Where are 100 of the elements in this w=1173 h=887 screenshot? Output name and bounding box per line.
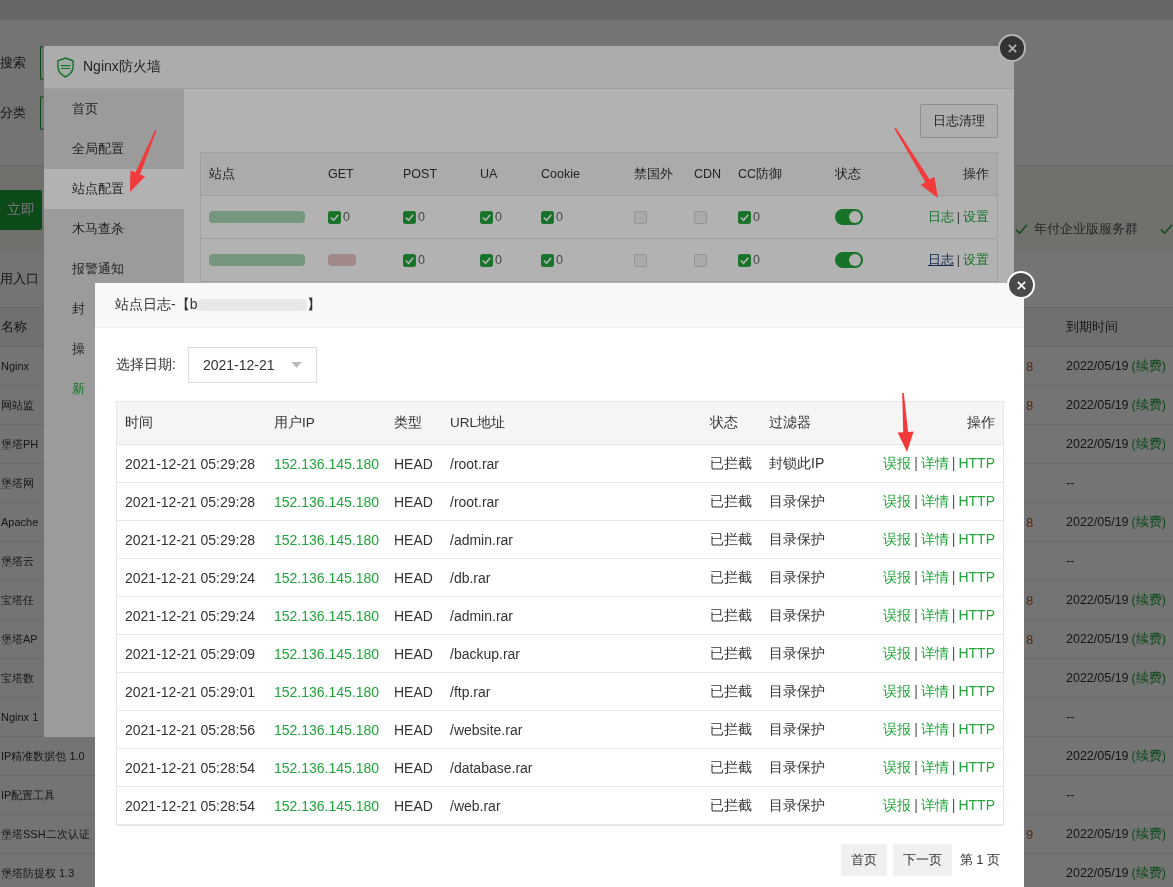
table-link[interactable]: 日志 xyxy=(927,251,954,269)
separator-text: | xyxy=(956,210,960,224)
renew-link[interactable]: (续费) xyxy=(1131,592,1166,607)
plugin-name: 堡塔云 xyxy=(0,553,34,569)
table-link[interactable]: 误报 xyxy=(883,454,912,471)
table-link[interactable]: 详情 xyxy=(920,720,949,737)
table-link[interactable]: HTTP xyxy=(958,568,995,585)
table-link[interactable]: 详情 xyxy=(920,796,949,813)
table-link[interactable]: 设置 xyxy=(963,251,989,269)
checkbox[interactable] xyxy=(694,253,707,267)
close-button[interactable] xyxy=(998,34,1026,62)
sidebar-item[interactable]: 首页 xyxy=(44,89,184,129)
table-link[interactable]: 误报 xyxy=(883,492,912,509)
table-link[interactable]: HTTP xyxy=(958,796,995,813)
table-cell-text: 2021-12-21 05:29:01 xyxy=(124,683,256,700)
table-cell-text: HEAD xyxy=(393,721,434,738)
checkbox[interactable] xyxy=(480,210,493,224)
toggle-switch[interactable] xyxy=(835,252,863,268)
price-text: 9 xyxy=(1026,826,1034,842)
checkbox[interactable] xyxy=(738,210,751,224)
checkbox[interactable] xyxy=(634,210,647,224)
close-button[interactable] xyxy=(1007,271,1035,299)
separator-text: | xyxy=(914,758,918,775)
sidebar-item[interactable]: 站点配置 xyxy=(44,169,184,209)
table-link[interactable]: 详情 xyxy=(920,568,949,585)
renew-link[interactable]: (续费) xyxy=(1131,631,1166,646)
close-icon xyxy=(1006,42,1018,54)
renew-link[interactable]: (续费) xyxy=(1131,514,1166,529)
table-link[interactable]: 详情 xyxy=(920,530,949,547)
table-link[interactable]: HTTP xyxy=(958,530,995,547)
column-header: 类型 xyxy=(393,414,423,432)
annotation-arrow xyxy=(897,392,914,452)
table-link[interactable]: 设置 xyxy=(963,208,989,226)
plugin-name: Nginx 1 xyxy=(0,711,39,723)
expiry-date: 2022/05/19 xyxy=(1066,670,1129,685)
checkbox[interactable] xyxy=(328,210,341,224)
checkbox[interactable] xyxy=(738,253,751,267)
table-cell-text: 目录保护 xyxy=(768,720,826,739)
checkbox[interactable] xyxy=(634,253,647,267)
checkbox[interactable] xyxy=(694,210,707,224)
table-cell-text: 已拦截 xyxy=(709,758,753,777)
buy-now-button[interactable]: 立即 xyxy=(0,190,42,230)
separator-text: | xyxy=(914,568,918,585)
annotation-arrow xyxy=(894,127,938,198)
renew-link[interactable]: (续费) xyxy=(1131,826,1166,841)
page-button[interactable]: 下一页 xyxy=(892,844,952,876)
clear-logs-button[interactable]: 日志清理 xyxy=(920,104,998,138)
table-link[interactable]: 详情 xyxy=(920,606,949,623)
table-link[interactable]: 详情 xyxy=(920,454,949,471)
checkbox[interactable] xyxy=(541,210,554,224)
table-cell-text: 目录保护 xyxy=(768,644,826,663)
count-text: 0 xyxy=(495,210,502,224)
renew-link[interactable]: (续费) xyxy=(1131,358,1166,373)
ip-cell-text: 152.136.145.180 xyxy=(273,493,381,510)
renew-link[interactable]: (续费) xyxy=(1131,865,1166,880)
date-label: 选择日期: xyxy=(116,356,176,374)
table-link[interactable]: 详情 xyxy=(920,492,949,509)
separator-text: | xyxy=(914,796,918,813)
renew-link[interactable]: (续费) xyxy=(1131,748,1166,763)
table-link[interactable]: 误报 xyxy=(883,796,912,813)
toggle-switch[interactable] xyxy=(835,209,863,225)
plugin-name: 堡塔网 xyxy=(0,475,34,491)
table-link[interactable]: 误报 xyxy=(883,720,912,737)
checkbox[interactable] xyxy=(480,253,493,267)
checkbox[interactable] xyxy=(403,210,416,224)
page-button[interactable]: 首页 xyxy=(840,844,887,876)
table-cell-text: /database.rar xyxy=(449,759,534,776)
plugin-name: 堡塔防提权 1.3 xyxy=(0,865,75,881)
checkbox[interactable] xyxy=(403,253,416,267)
renew-link[interactable]: (续费) xyxy=(1131,670,1166,685)
renew-link[interactable]: (续费) xyxy=(1131,397,1166,412)
table-link[interactable]: HTTP xyxy=(958,720,995,737)
separator-text: | xyxy=(951,606,956,623)
table-link[interactable]: 误报 xyxy=(883,644,912,661)
date-select[interactable]: 2021-12-21 xyxy=(187,347,317,383)
table-link[interactable]: HTTP xyxy=(958,492,995,509)
table-link[interactable]: 误报 xyxy=(883,758,912,775)
table-link[interactable]: HTTP xyxy=(958,682,995,699)
table-link[interactable]: HTTP xyxy=(958,758,995,775)
table-link[interactable]: 日志 xyxy=(927,208,954,226)
table-link[interactable]: HTTP xyxy=(958,606,995,623)
table-link[interactable]: 误报 xyxy=(883,530,912,547)
sidebar-item[interactable]: 木马查杀 xyxy=(44,209,184,249)
table-cell-text: HEAD xyxy=(393,493,434,510)
renew-link[interactable]: (续费) xyxy=(1131,436,1166,451)
column-header: 状态 xyxy=(709,414,739,432)
column-header: UA xyxy=(479,167,499,181)
table-link[interactable]: 误报 xyxy=(883,682,912,699)
table-link[interactable]: 详情 xyxy=(920,644,949,661)
column-header: 操作 xyxy=(966,414,996,432)
table-link[interactable]: HTTP xyxy=(958,454,995,471)
checkbox[interactable] xyxy=(541,253,554,267)
table-link[interactable]: 详情 xyxy=(920,682,949,699)
table-link[interactable]: HTTP xyxy=(958,644,995,661)
table-link[interactable]: 误报 xyxy=(883,606,912,623)
table-link[interactable]: 误报 xyxy=(883,568,912,585)
separator-text: | xyxy=(951,644,956,661)
ip-cell-text: 152.136.145.180 xyxy=(273,531,381,548)
table-link[interactable]: 详情 xyxy=(920,758,949,775)
sidebar-item[interactable]: 全局配置 xyxy=(44,129,184,169)
